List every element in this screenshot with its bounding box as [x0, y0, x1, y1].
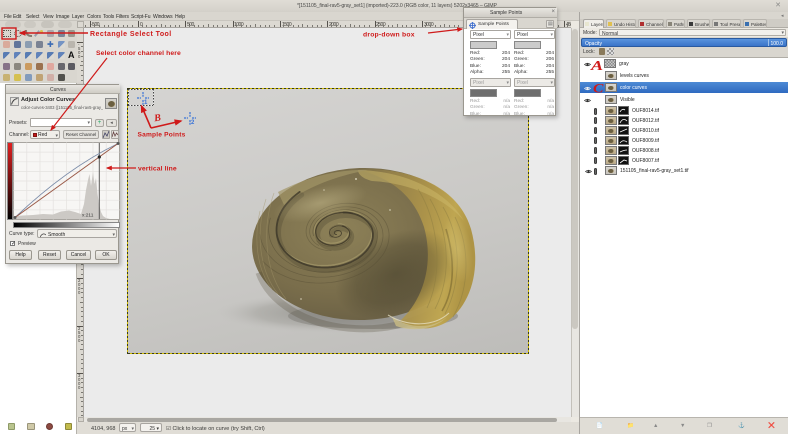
svg-text:x:211: x:211 — [82, 213, 94, 219]
svg-text:1: 1 — [144, 100, 148, 105]
svg-text:2: 2 — [191, 120, 195, 125]
